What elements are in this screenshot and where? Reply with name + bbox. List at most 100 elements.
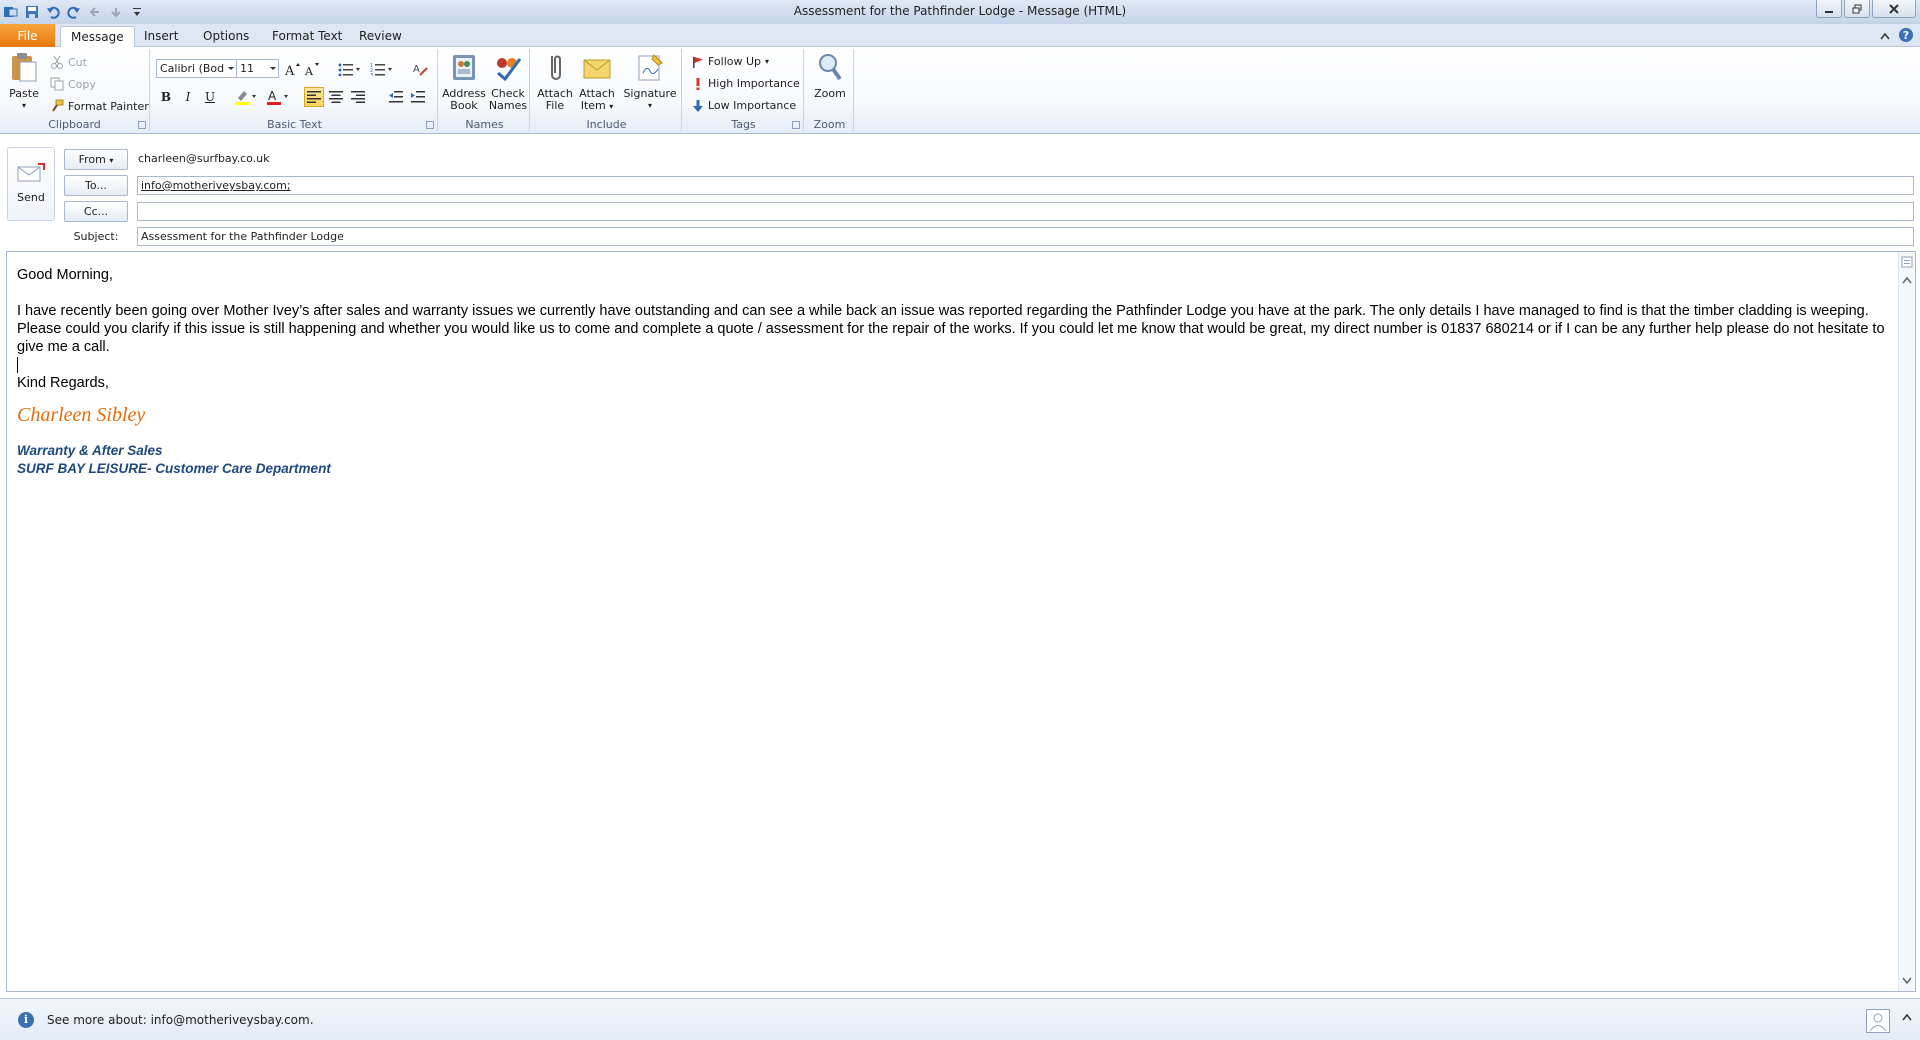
to-recipient[interactable]: info@motheriveysbay.com; bbox=[141, 179, 291, 192]
exclamation-icon bbox=[696, 77, 700, 90]
chevron-down-icon: ▾ bbox=[609, 102, 614, 111]
bold-button[interactable]: B bbox=[156, 87, 176, 107]
cc-button[interactable]: Cc... bbox=[64, 201, 128, 222]
signature-department: SURF BAY LEISURE- Customer Care Departme… bbox=[17, 461, 331, 476]
close-icon bbox=[1889, 3, 1899, 14]
paste-button[interactable]: Paste ▾ bbox=[6, 51, 42, 112]
send-button[interactable]: Send bbox=[7, 147, 55, 221]
down-arrow-icon bbox=[693, 99, 703, 112]
check-names-icon bbox=[497, 58, 522, 82]
numbering-icon: 123 bbox=[370, 63, 392, 76]
vertical-scrollbar[interactable] bbox=[1898, 252, 1915, 991]
decrease-indent-icon bbox=[389, 91, 403, 103]
shrink-font-icon: A bbox=[304, 63, 319, 76]
zoom-button[interactable]: Zoom bbox=[808, 51, 852, 100]
signature-button[interactable]: Signature ▾ bbox=[622, 51, 678, 112]
avatar[interactable] bbox=[1866, 1009, 1890, 1033]
italic-button[interactable]: I bbox=[178, 87, 198, 107]
person-icon bbox=[1869, 1013, 1887, 1032]
clipboard-group: Paste ▾ Cut Copy Format Painter Clipboar… bbox=[0, 49, 150, 131]
include-group: Attach File Attach Item ▾ Signature ▾ In… bbox=[532, 49, 682, 131]
basic-text-dialog-launcher[interactable] bbox=[426, 121, 434, 129]
include-group-label: Include bbox=[586, 118, 627, 131]
title-bar: Assessment for the Pathfinder Lodge - Me… bbox=[0, 0, 1920, 24]
svg-text:A: A bbox=[268, 89, 277, 103]
message-body-editor[interactable]: Good Morning, I have recently been going… bbox=[6, 251, 1916, 992]
help-icon[interactable]: ? bbox=[1898, 27, 1914, 46]
align-right-button[interactable] bbox=[348, 87, 368, 107]
font-size-combo[interactable]: 11 bbox=[236, 59, 279, 78]
high-importance-button[interactable]: High Importance bbox=[692, 77, 800, 90]
scroll-down-icon[interactable] bbox=[1901, 975, 1913, 987]
numbering-button[interactable]: 123 bbox=[368, 59, 396, 79]
signature-name: Charleen Sibley bbox=[17, 404, 146, 426]
tab-options[interactable]: Options bbox=[193, 26, 259, 47]
align-left-button[interactable] bbox=[304, 87, 324, 107]
clipboard-dialog-launcher[interactable] bbox=[138, 121, 146, 129]
signature-title: Warranty & After Sales bbox=[17, 443, 163, 458]
tab-insert[interactable]: Insert bbox=[134, 26, 188, 47]
greeting: Good Morning, bbox=[17, 267, 113, 283]
from-value: charleen@surfbay.co.uk bbox=[138, 152, 270, 165]
close-button[interactable] bbox=[1872, 0, 1916, 18]
svg-text:A: A bbox=[413, 64, 420, 75]
zoom-group: Zoom Zoom bbox=[806, 49, 854, 131]
cc-field[interactable] bbox=[137, 202, 1914, 221]
tab-review[interactable]: Review bbox=[349, 26, 412, 47]
bullets-button[interactable] bbox=[336, 59, 364, 79]
align-left-icon bbox=[307, 91, 321, 103]
minimize-button[interactable] bbox=[1816, 0, 1842, 18]
people-pane-text[interactable]: See more about: info@motheriveysbay.com. bbox=[47, 1013, 314, 1027]
bullets-icon bbox=[338, 63, 360, 76]
clear-formatting-icon: A bbox=[413, 64, 428, 76]
tab-message[interactable]: Message bbox=[60, 26, 135, 48]
window-controls bbox=[1816, 0, 1916, 18]
tab-format-text[interactable]: Format Text bbox=[262, 26, 352, 47]
attach-file-button[interactable]: Attach File bbox=[534, 51, 576, 112]
cut-button[interactable]: Cut bbox=[50, 55, 87, 69]
underline-button[interactable]: U bbox=[200, 87, 220, 107]
tags-dialog-launcher[interactable] bbox=[792, 121, 800, 129]
align-center-button[interactable] bbox=[326, 87, 346, 107]
names-group: Address Book Check Names Names bbox=[440, 49, 530, 131]
tab-file[interactable]: File bbox=[0, 24, 55, 47]
copy-button[interactable]: Copy bbox=[50, 77, 96, 91]
maximize-button[interactable] bbox=[1844, 0, 1870, 18]
low-importance-button[interactable]: Low Importance bbox=[692, 99, 796, 112]
to-field[interactable]: info@motheriveysbay.com; bbox=[137, 176, 1914, 195]
highlight-button[interactable] bbox=[232, 87, 260, 107]
address-book-icon bbox=[453, 55, 475, 80]
svg-text:3: 3 bbox=[370, 73, 373, 76]
follow-up-button[interactable]: Follow Up ▾ bbox=[692, 55, 769, 68]
subject-label: Subject: bbox=[73, 230, 119, 243]
ruler-toggle-icon[interactable] bbox=[1901, 256, 1913, 268]
minimize-ribbon-icon[interactable] bbox=[1880, 30, 1890, 43]
clear-formatting-button[interactable]: A bbox=[410, 59, 430, 79]
font-name-combo[interactable]: Calibri (Bod bbox=[156, 59, 237, 78]
align-center-icon bbox=[329, 91, 343, 103]
basic-text-group-label: Basic Text bbox=[267, 118, 322, 131]
message-body[interactable]: Good Morning, I have recently been going… bbox=[17, 266, 1887, 478]
expand-people-pane-icon[interactable] bbox=[1902, 1013, 1912, 1024]
grow-font-button[interactable]: A bbox=[282, 59, 302, 79]
decrease-indent-button[interactable] bbox=[386, 87, 406, 107]
highlighter-icon bbox=[235, 91, 256, 105]
info-icon: i bbox=[18, 1012, 34, 1028]
font-color-icon: A bbox=[267, 89, 288, 105]
body-paragraph: I have recently been going over Mother I… bbox=[17, 303, 1885, 355]
subject-field[interactable]: Assessment for the Pathfinder Lodge bbox=[137, 227, 1914, 246]
ribbon: Paste ▾ Cut Copy Format Painter Clipboar… bbox=[0, 47, 1920, 134]
scroll-up-icon[interactable] bbox=[1901, 274, 1913, 286]
format-painter-button[interactable]: Format Painter bbox=[50, 99, 149, 113]
increase-indent-button[interactable] bbox=[408, 87, 428, 107]
font-color-button[interactable]: A bbox=[264, 87, 292, 107]
shrink-font-button[interactable]: A bbox=[302, 59, 322, 79]
check-names-button[interactable]: Check Names bbox=[486, 51, 530, 112]
signature-icon bbox=[638, 54, 663, 81]
attach-item-button[interactable]: Attach Item ▾ bbox=[576, 51, 618, 113]
chevron-down-icon: ▾ bbox=[21, 101, 26, 110]
from-button[interactable]: From ▾ bbox=[64, 149, 128, 170]
to-button[interactable]: To... bbox=[64, 175, 128, 196]
address-book-button[interactable]: Address Book bbox=[442, 51, 486, 112]
flag-icon bbox=[693, 56, 703, 68]
